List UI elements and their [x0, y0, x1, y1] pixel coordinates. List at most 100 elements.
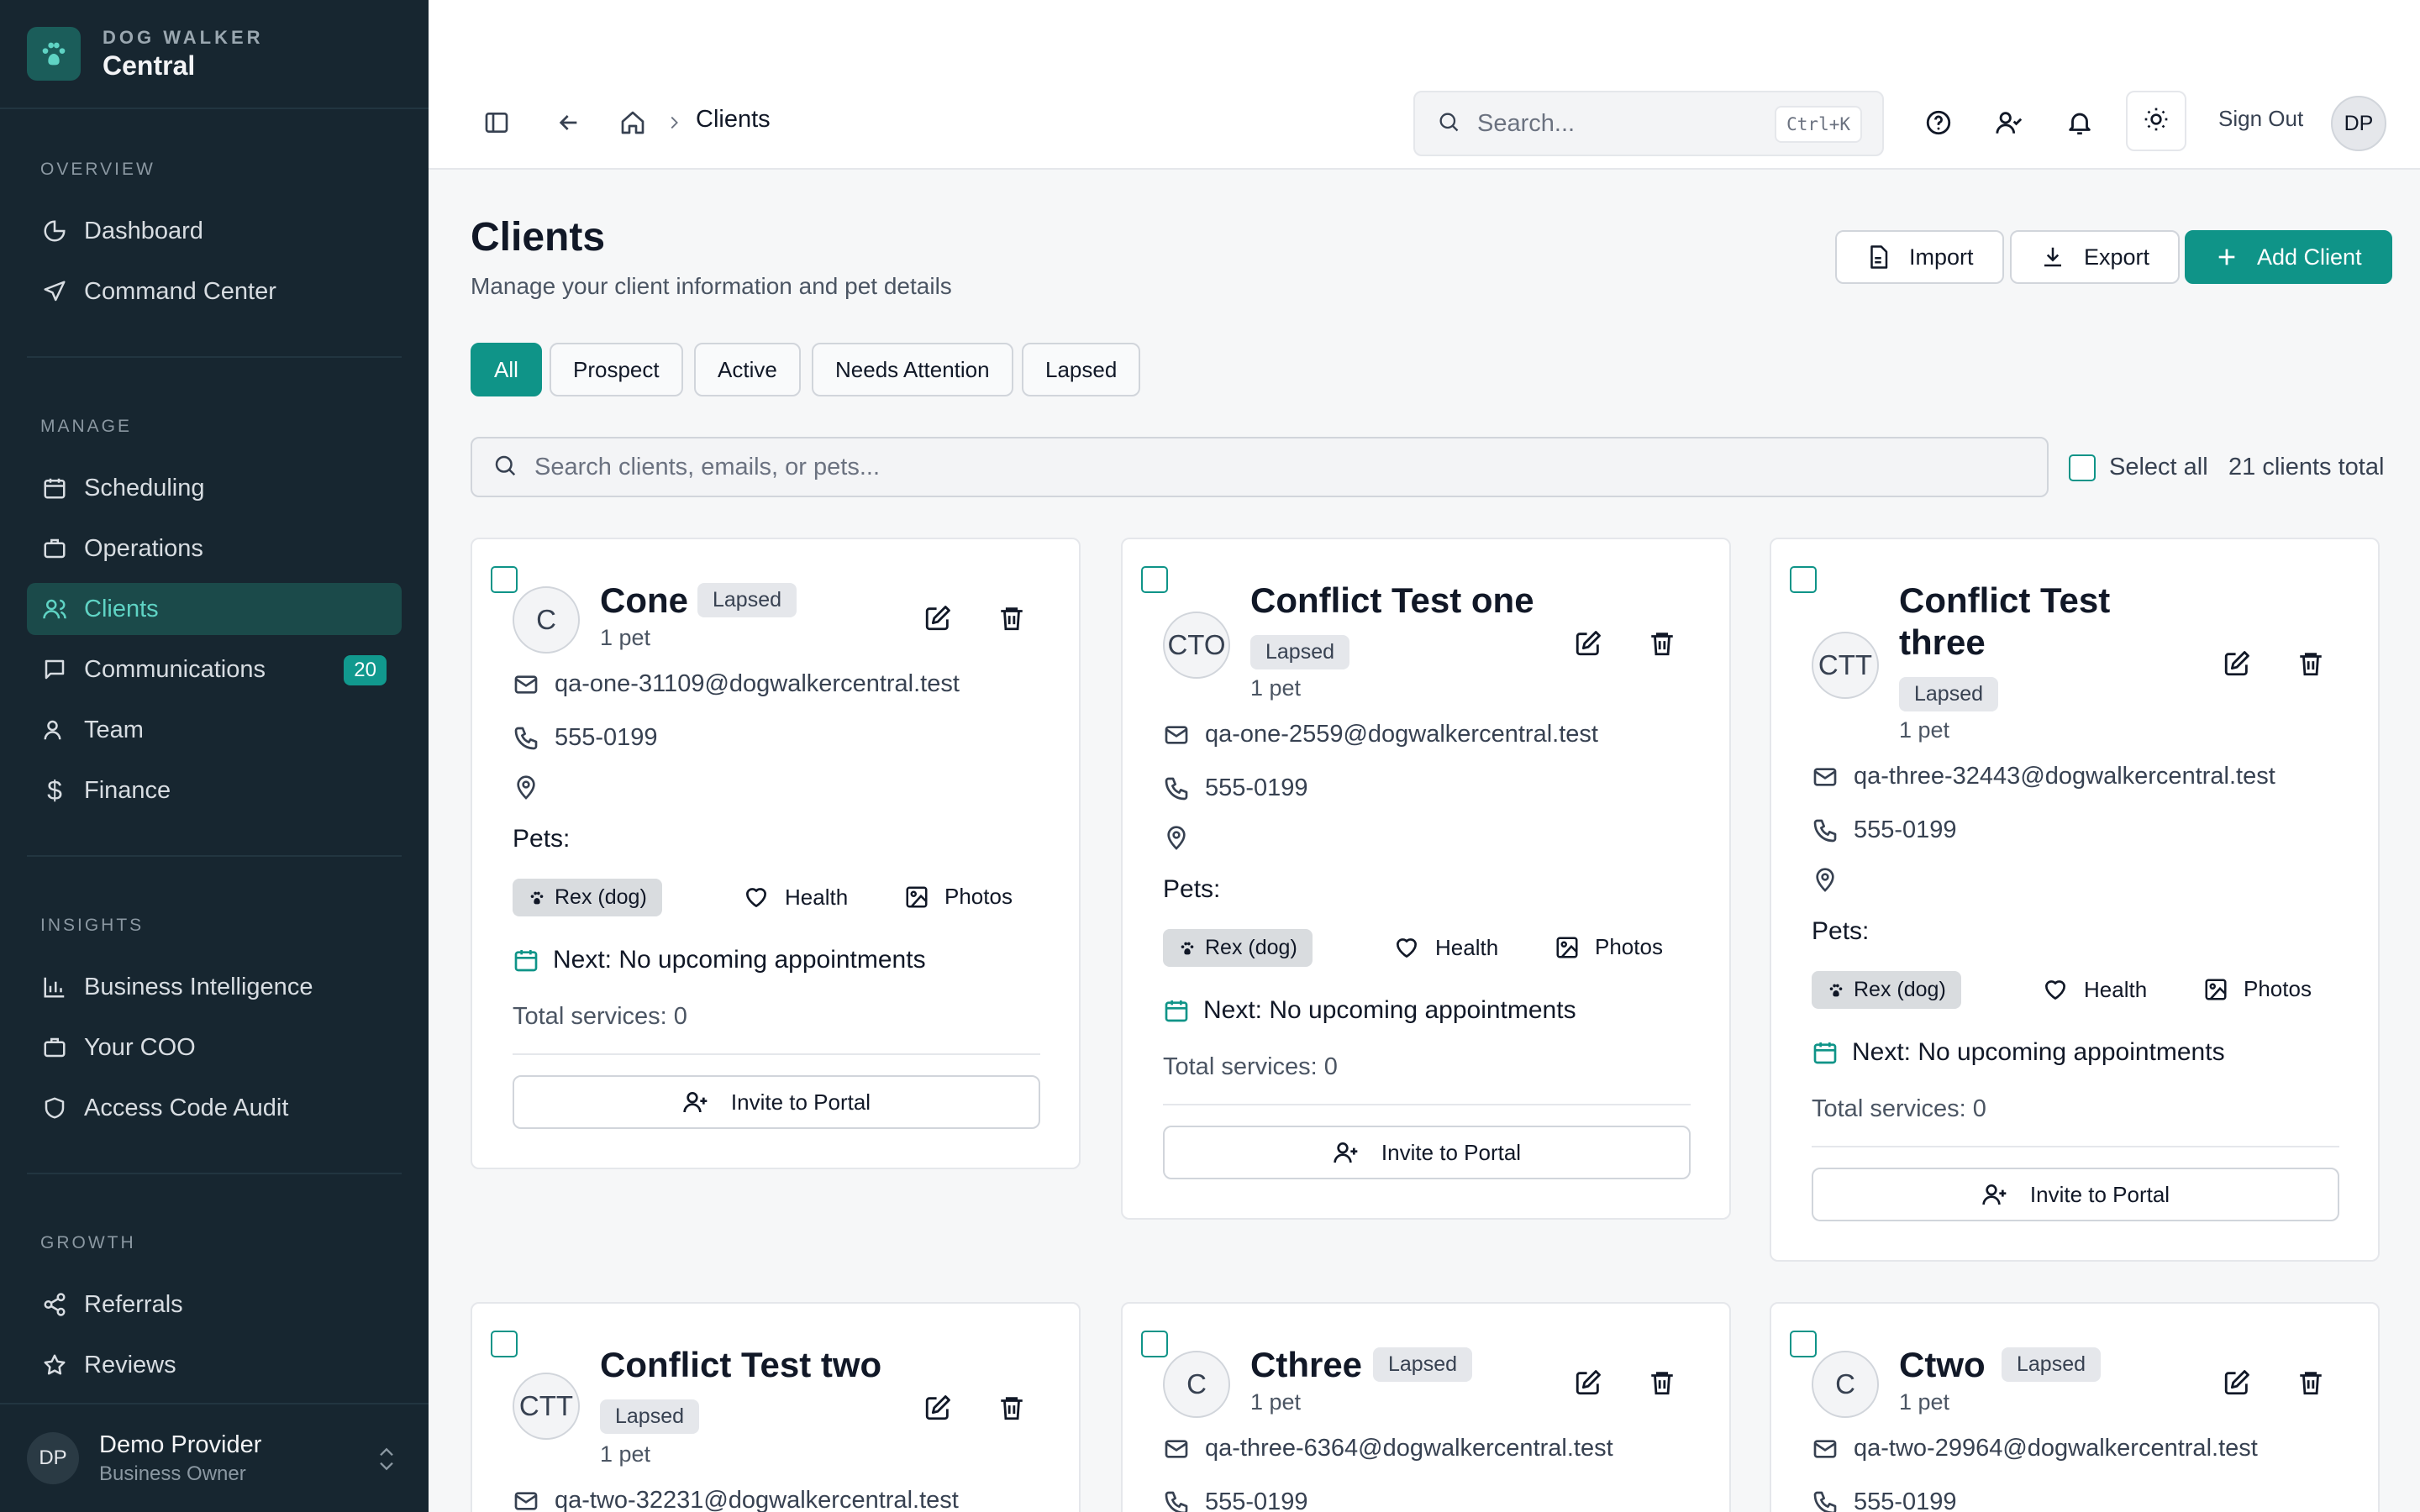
client-card[interactable]: CTO Conflict Test one Lapsed 1 pet qa-on…: [1121, 538, 1731, 1220]
client-card[interactable]: CTT Conflict Test three Lapsed 1 pet qa-…: [1770, 538, 2380, 1262]
sidebar-item-referrals[interactable]: Referrals: [27, 1278, 402, 1331]
health-label: Health: [785, 884, 849, 910]
client-avatar: CTT: [513, 1373, 580, 1440]
client-name[interactable]: Conflict Test three: [1899, 580, 2110, 664]
sidebar-item-your-coo[interactable]: Your COO: [27, 1021, 402, 1074]
sidebar-item-scheduling[interactable]: Scheduling: [27, 462, 402, 514]
filter-all[interactable]: All: [471, 343, 542, 396]
client-card[interactable]: C Cthree Lapsed 1 pet qa-three-6364@dogw…: [1121, 1302, 1731, 1512]
photos-link[interactable]: Photos: [2203, 976, 2312, 1002]
client-phone[interactable]: 555-0199: [1812, 1488, 1957, 1512]
sidebar-item-command-center[interactable]: Command Center: [27, 265, 402, 318]
checkbox[interactable]: [2069, 454, 2096, 481]
filter-lapsed[interactable]: Lapsed: [1022, 343, 1141, 396]
trash-icon[interactable]: [995, 1391, 1028, 1425]
client-select-checkbox[interactable]: [491, 566, 518, 593]
trash-icon[interactable]: [2294, 1366, 2328, 1399]
client-card[interactable]: C Ctwo Lapsed 1 pet qa-two-29964@dogwalk…: [1770, 1302, 2380, 1512]
avatar[interactable]: DP: [2331, 96, 2386, 151]
sign-out-link[interactable]: Sign Out: [2218, 106, 2303, 132]
edit-icon[interactable]: [2220, 1366, 2254, 1399]
edit-icon[interactable]: [921, 1391, 955, 1425]
invite-to-portal-button[interactable]: Invite to Portal: [513, 1075, 1040, 1129]
pet-chip[interactable]: Rex (dog): [513, 879, 662, 916]
sidebar-item-operations[interactable]: Operations: [27, 522, 402, 575]
bar-chart-icon: [40, 973, 69, 1001]
trash-icon[interactable]: [1645, 1366, 1679, 1399]
client-select-checkbox[interactable]: [1790, 1331, 1817, 1357]
sidebar-item-dashboard[interactable]: Dashboard: [27, 205, 402, 257]
filter-prospect[interactable]: Prospect: [550, 343, 683, 396]
health-link[interactable]: Health: [743, 884, 848, 911]
edit-icon[interactable]: [2220, 647, 2254, 680]
global-search[interactable]: Search... Ctrl+K: [1413, 91, 1884, 156]
photos-link[interactable]: Photos: [1555, 934, 1663, 960]
client-email[interactable]: qa-three-32443@dogwalkercentral.test: [1812, 763, 2275, 790]
phone-icon: [1812, 817, 1842, 844]
select-all-checkbox[interactable]: Select all: [2069, 454, 2208, 481]
import-button[interactable]: Import: [1835, 230, 2004, 284]
client-name[interactable]: Ctwo: [1899, 1344, 1986, 1386]
user-check-icon[interactable]: [1980, 76, 2039, 170]
client-select-checkbox[interactable]: [1141, 1331, 1168, 1357]
pet-chip[interactable]: Rex (dog): [1812, 971, 1961, 1009]
client-select-checkbox[interactable]: [491, 1331, 518, 1357]
phone-text: 555-0199: [1854, 1488, 1957, 1512]
client-email[interactable]: qa-one-2559@dogwalkercentral.test: [1163, 721, 1598, 748]
image-icon: [1555, 935, 1580, 960]
client-email[interactable]: qa-one-31109@dogwalkercentral.test: [513, 670, 960, 698]
email-text: qa-three-6364@dogwalkercentral.test: [1205, 1435, 1613, 1462]
home-icon[interactable]: [603, 76, 662, 170]
invite-to-portal-button[interactable]: Invite to Portal: [1812, 1168, 2339, 1221]
trash-icon[interactable]: [1645, 627, 1679, 660]
sidebar-item-communications[interactable]: Communications 20: [27, 643, 402, 696]
sidebar-item-team[interactable]: Team: [27, 704, 402, 756]
client-phone[interactable]: 555-0199: [1163, 1488, 1308, 1512]
health-link[interactable]: Health: [2042, 976, 2147, 1003]
theme-toggle-button[interactable]: [2126, 91, 2186, 151]
client-select-checkbox[interactable]: [1790, 566, 1817, 593]
edit-icon[interactable]: [1571, 627, 1605, 660]
photos-link[interactable]: Photos: [904, 884, 1013, 910]
user-menu[interactable]: DP Demo Provider Business Owner: [0, 1403, 429, 1512]
trash-icon[interactable]: [2294, 647, 2328, 680]
edit-icon[interactable]: [1571, 1366, 1605, 1399]
client-search-input[interactable]: Search clients, emails, or pets...: [471, 437, 2049, 497]
chevron-right-icon: [657, 76, 691, 170]
client-name[interactable]: Cone: [600, 580, 688, 622]
sidebar-item-clients[interactable]: Clients: [27, 583, 402, 635]
file-icon: [1865, 244, 1891, 270]
sidebar-item-finance[interactable]: $ Finance: [27, 764, 402, 816]
client-name[interactable]: Conflict Test two: [600, 1344, 881, 1386]
client-email[interactable]: qa-two-32231@dogwalkercentral.test: [513, 1487, 959, 1512]
client-select-checkbox[interactable]: [1141, 566, 1168, 593]
client-phone[interactable]: 555-0199: [513, 724, 658, 752]
share-icon: [40, 1290, 69, 1319]
back-arrow-icon[interactable]: [539, 76, 598, 170]
trash-icon[interactable]: [995, 601, 1028, 635]
client-email[interactable]: qa-two-29964@dogwalkercentral.test: [1812, 1435, 2258, 1462]
sidebar-item-access-code-audit[interactable]: Access Code Audit: [27, 1082, 402, 1134]
client-phone[interactable]: 555-0199: [1812, 816, 1957, 844]
help-icon[interactable]: [1909, 76, 1968, 170]
edit-icon[interactable]: [921, 601, 955, 635]
bell-icon[interactable]: [2050, 76, 2109, 170]
client-name[interactable]: Conflict Test one: [1250, 580, 1534, 622]
health-link[interactable]: Health: [1393, 934, 1498, 961]
client-card[interactable]: CTT Conflict Test two Lapsed 1 pet qa-tw…: [471, 1302, 1081, 1512]
sidebar-item-reviews[interactable]: Reviews: [27, 1339, 402, 1391]
client-phone[interactable]: 555-0199: [1163, 774, 1308, 802]
export-button[interactable]: Export: [2010, 230, 2181, 284]
sidebar-item-business-intelligence[interactable]: Business Intelligence: [27, 961, 402, 1013]
brand[interactable]: DOG WALKER Central: [0, 0, 429, 109]
filter-needs-attention[interactable]: Needs Attention: [812, 343, 1013, 396]
client-name[interactable]: Cthree: [1250, 1344, 1362, 1386]
add-client-button[interactable]: Add Client: [2185, 230, 2392, 284]
sidebar-toggle-icon[interactable]: [467, 76, 526, 170]
filter-active[interactable]: Active: [694, 343, 801, 396]
pet-chip[interactable]: Rex (dog): [1163, 929, 1313, 967]
invite-to-portal-button[interactable]: Invite to Portal: [1163, 1126, 1691, 1179]
briefcase-icon: [40, 1033, 69, 1062]
client-email[interactable]: qa-three-6364@dogwalkercentral.test: [1163, 1435, 1613, 1462]
client-card[interactable]: C Cone Lapsed 1 pet qa-one-31109@dogwalk…: [471, 538, 1081, 1169]
